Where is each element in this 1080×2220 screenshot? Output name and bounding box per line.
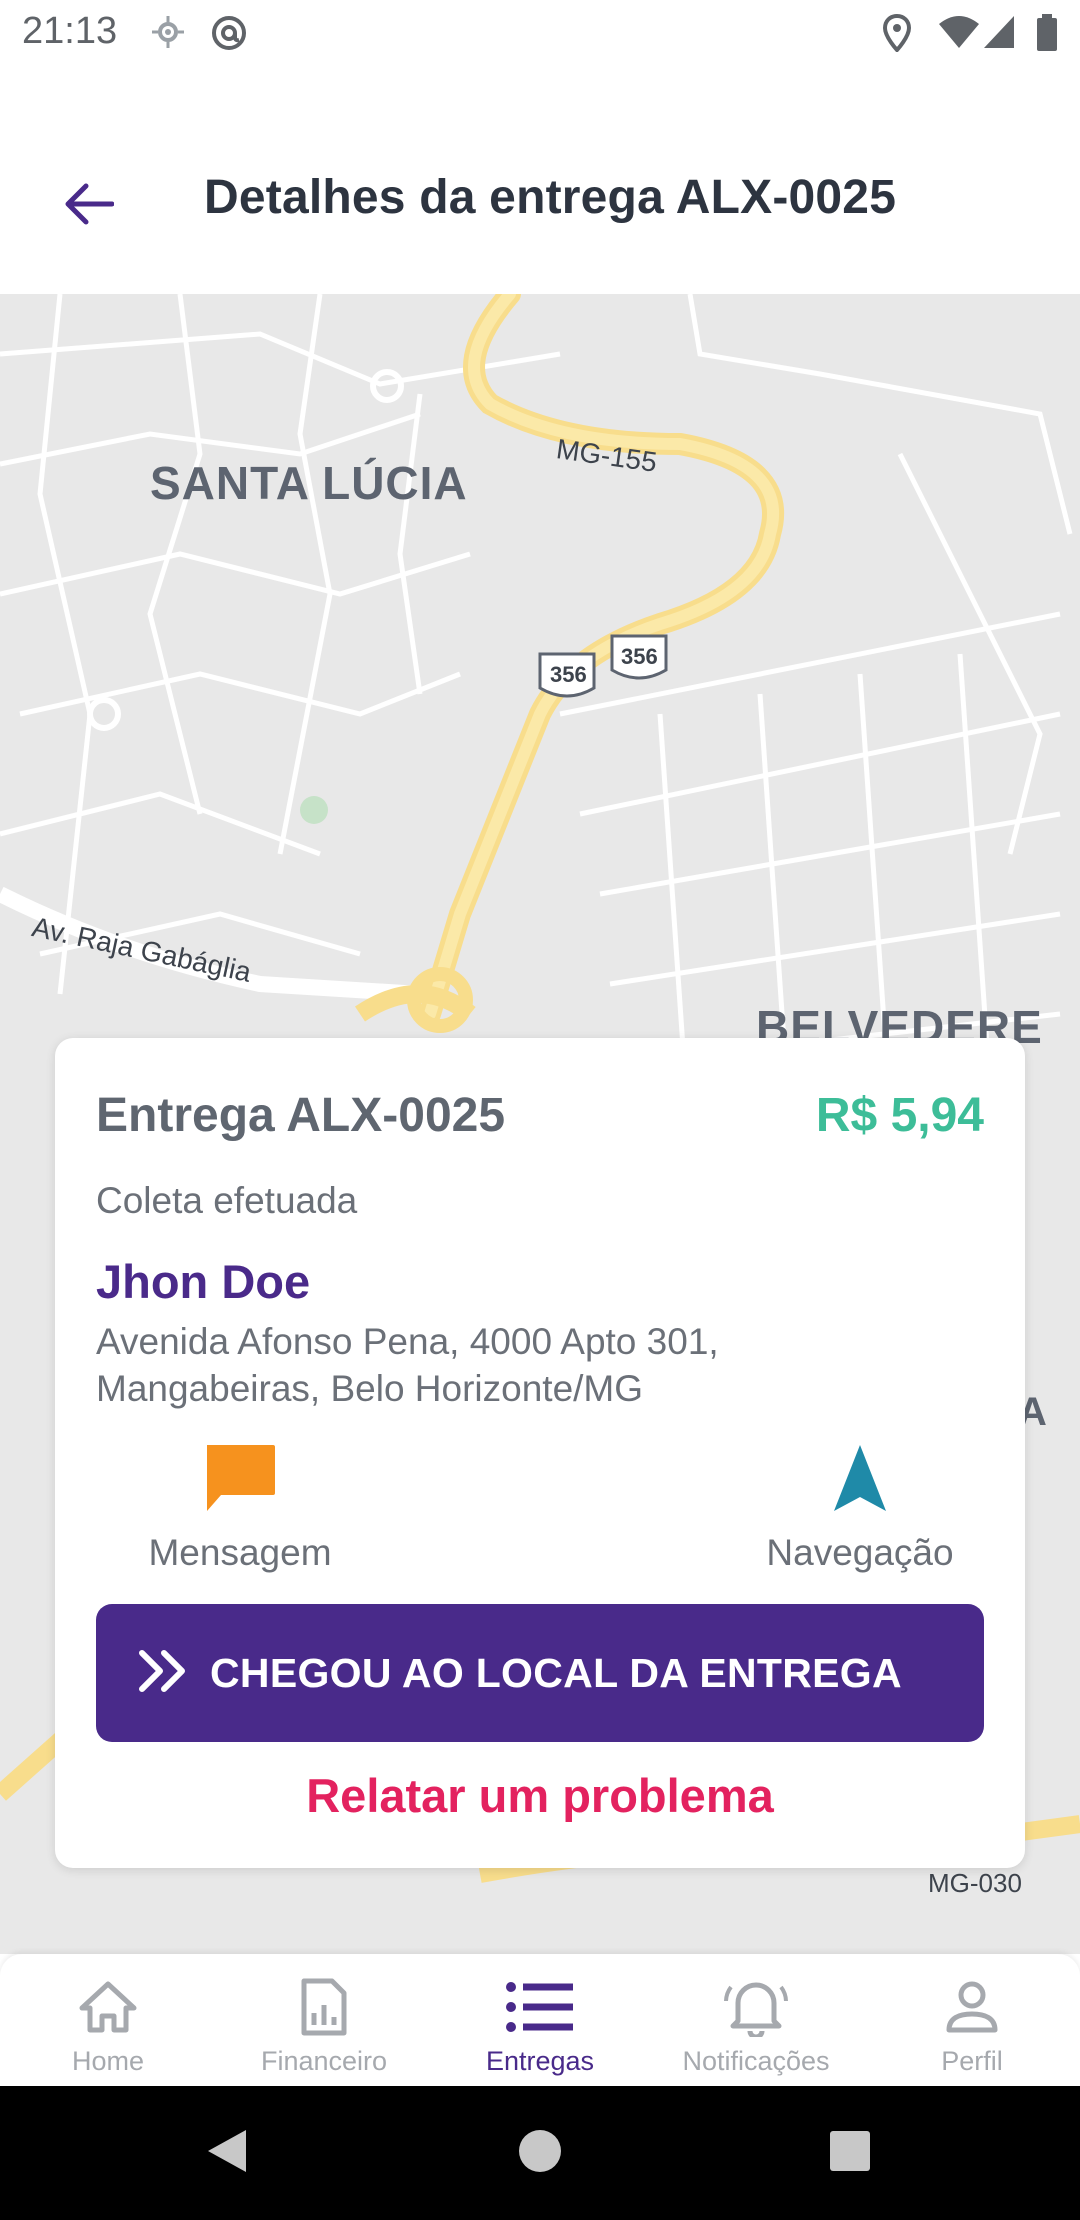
status-bar: 21:13	[0, 0, 1080, 66]
report-icon	[300, 1972, 348, 2042]
address-line-2: Mangabeiras, Belo Horizonte/MG	[96, 1368, 644, 1409]
nav-label-perfil: Perfil	[941, 2046, 1003, 2076]
navigation-arrow-icon	[832, 1443, 888, 1518]
nav-item-perfil[interactable]: Perfil	[864, 1954, 1080, 2086]
map-shield-356-b: 356	[621, 644, 658, 669]
nav-item-entregas[interactable]: Entregas	[432, 1954, 648, 2086]
report-problem-link[interactable]: Relatar um problema	[55, 1768, 1025, 1823]
delivery-card: Entrega ALX-0025 R$ 5,94 Coleta efetuada…	[55, 1038, 1025, 1868]
system-recents-button[interactable]	[813, 2116, 887, 2190]
person-icon	[945, 1972, 999, 2042]
arrow-left-icon	[62, 182, 115, 231]
page-title: Detalhes da entrega ALX-0025	[204, 171, 897, 224]
circle-home-icon	[517, 2128, 563, 2179]
double-chevron-right-icon	[138, 1649, 188, 1698]
gps-icon	[150, 14, 186, 55]
address-line-1: Avenida Afonso Pena, 4000 Apto 301,	[96, 1321, 719, 1362]
nav-item-home[interactable]: Home	[0, 1954, 216, 2086]
home-icon	[79, 1972, 137, 2042]
arrived-at-location-button[interactable]: CHEGOU AO LOCAL DA ENTREGA	[96, 1604, 984, 1742]
app-bar: Detalhes da entrega ALX-0025	[0, 66, 1080, 294]
delivery-price: R$ 5,94	[815, 1089, 984, 1142]
signal-icon	[982, 14, 1016, 55]
navigation-button[interactable]: Navegação	[745, 1443, 975, 1574]
at-icon	[210, 14, 248, 57]
wifi-icon	[938, 14, 980, 55]
square-recents-icon	[828, 2129, 872, 2178]
message-label: Mensagem	[148, 1532, 332, 1573]
delivery-title: Entrega ALX-0025	[96, 1089, 506, 1142]
arrived-button-label: CHEGOU AO LOCAL DA ENTREGA	[210, 1649, 902, 1696]
navigation-label: Navegação	[766, 1532, 954, 1573]
nav-item-financeiro[interactable]: Financeiro	[216, 1954, 432, 2086]
delivery-status: Coleta efetuada	[96, 1180, 358, 1221]
location-icon	[882, 13, 912, 57]
message-button[interactable]: Mensagem	[125, 1443, 355, 1574]
map-label-mg030: MG-030	[928, 1868, 1022, 1898]
list-icon	[505, 1972, 575, 2042]
nav-label-entregas: Entregas	[485, 2046, 595, 2076]
nav-item-notificacoes[interactable]: Notificações	[648, 1954, 864, 2086]
map-shield-356-a: 356	[550, 662, 587, 687]
triangle-back-icon	[202, 2126, 252, 2181]
delivery-address: Avenida Afonso Pena, 4000 Apto 301, Mang…	[96, 1318, 976, 1412]
system-nav-bar	[0, 2086, 1080, 2220]
system-back-button[interactable]	[190, 2116, 264, 2190]
back-button[interactable]	[44, 162, 132, 250]
bottom-nav: Home Financeiro Entregas Notificações Pe…	[0, 1954, 1080, 2086]
status-time: 21:13	[22, 10, 118, 52]
nav-label-financeiro: Financeiro	[260, 2046, 388, 2076]
nav-label-notificacoes: Notificações	[682, 2046, 830, 2076]
chat-bubble-icon	[203, 1443, 277, 1518]
map-label-santa-lucia: SANTA LÚCIA	[150, 457, 468, 509]
customer-name: Jhon Doe	[96, 1255, 311, 1308]
battery-icon	[1036, 14, 1058, 57]
system-home-button[interactable]	[503, 2116, 577, 2190]
nav-label-home: Home	[71, 2046, 145, 2076]
bell-icon	[723, 1972, 789, 2042]
